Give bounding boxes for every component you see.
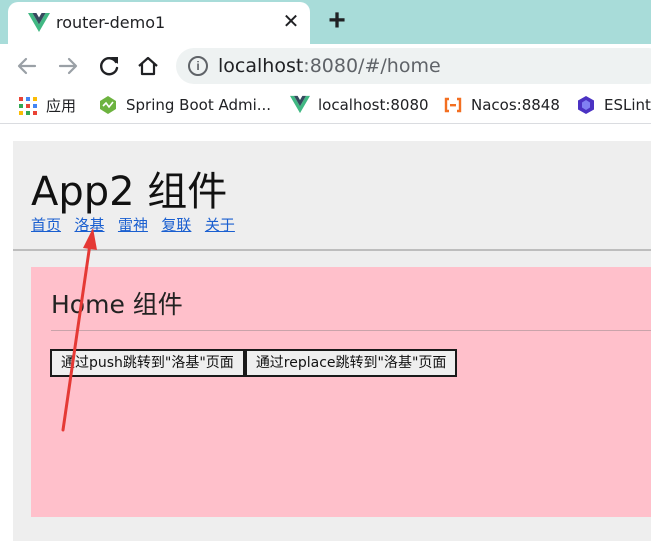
home-title: Home 组件	[51, 290, 183, 319]
nav-link-thor[interactable]: 雷神	[118, 214, 148, 235]
forward-icon[interactable]	[54, 52, 82, 80]
nacos-icon	[443, 95, 463, 115]
bookmark-apps[interactable]: 应用	[18, 95, 76, 117]
nav-link-avengers[interactable]: 复联	[161, 214, 191, 235]
bookmark-eslint[interactable]: ESLint	[576, 95, 651, 117]
spring-boot-admin-icon	[98, 95, 118, 115]
bookmark-spring-boot-admin[interactable]: Spring Boot Admi...	[98, 95, 271, 117]
eslint-icon	[576, 95, 596, 115]
replace-to-loki-button[interactable]: 通过replace跳转到"洛基"页面	[244, 349, 458, 377]
home-component: Home 组件 通过push跳转到"洛基"页面 通过replace跳转到"洛基"…	[31, 267, 651, 517]
home-icon[interactable]	[134, 52, 162, 80]
url-text: localhost:8080/#/home	[218, 55, 441, 77]
close-icon[interactable]: ✕	[278, 9, 304, 35]
divider	[51, 330, 651, 331]
vue-logo-icon	[290, 95, 310, 115]
browser-toolbar: i localhost:8080/#/home	[0, 44, 651, 88]
back-icon[interactable]	[13, 52, 41, 80]
push-to-loki-button[interactable]: 通过push跳转到"洛基"页面	[50, 349, 245, 377]
tab-title: router-demo1	[56, 13, 166, 32]
nav-link-about[interactable]: 关于	[205, 214, 235, 235]
nav-link-home[interactable]: 首页	[31, 214, 61, 235]
address-bar[interactable]: i localhost:8080/#/home	[176, 48, 651, 84]
nav-link-loki[interactable]: 洛基	[74, 214, 104, 235]
browser-tab[interactable]: router-demo1 ✕	[8, 2, 310, 44]
reload-icon[interactable]	[95, 52, 123, 80]
page-title: App2 组件	[31, 169, 228, 215]
page-viewport: App2 组件 首页 洛基 雷神 复联 关于 Home 组件 通过push跳转到…	[0, 125, 651, 553]
route-nav: 首页 洛基 雷神 复联 关于	[31, 214, 244, 235]
button-row: 通过push跳转到"洛基"页面 通过replace跳转到"洛基"页面	[50, 349, 458, 377]
vue-logo-icon	[28, 13, 50, 32]
app2-container: App2 组件 首页 洛基 雷神 复联 关于 Home 组件 通过push跳转到…	[13, 141, 651, 541]
apps-grid-icon	[18, 96, 38, 116]
bookmark-nacos[interactable]: Nacos:8848	[443, 95, 560, 117]
divider	[13, 249, 651, 251]
new-tab-button[interactable]: +	[322, 6, 352, 36]
bookmarks-bar: 应用 Spring Boot Admi... localhost:8080 Na…	[0, 88, 651, 124]
info-icon[interactable]: i	[188, 56, 208, 76]
bookmark-localhost[interactable]: localhost:8080	[290, 95, 429, 117]
tab-strip: router-demo1 ✕ +	[0, 0, 651, 44]
